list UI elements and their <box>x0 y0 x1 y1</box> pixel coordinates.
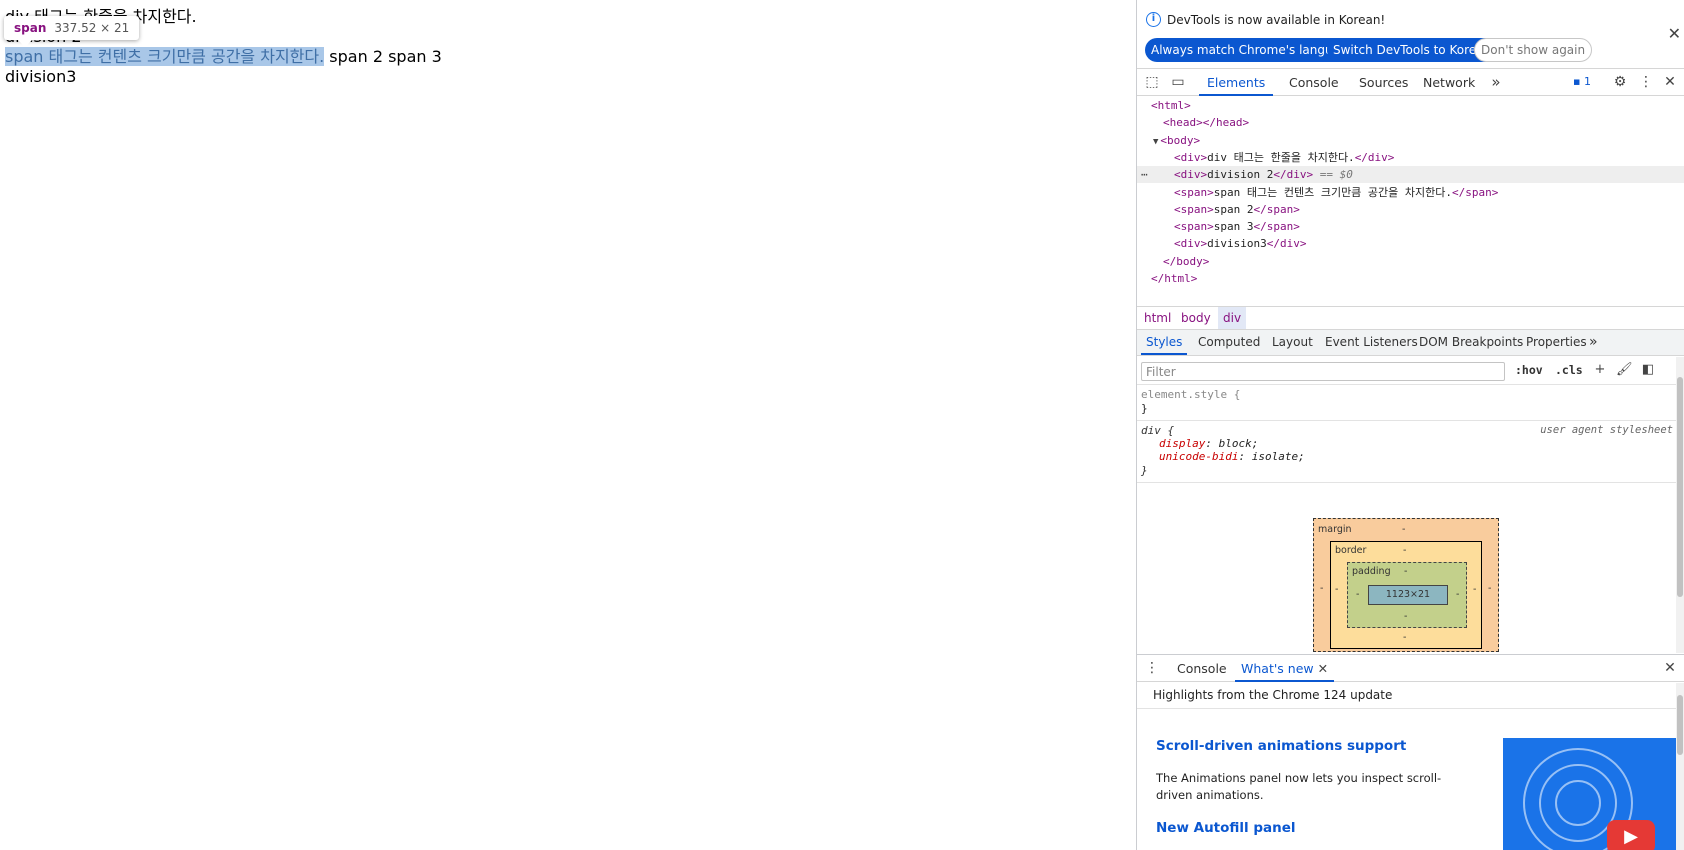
issues-count: 1 <box>1583 75 1591 88</box>
filter-input[interactable] <box>1141 362 1505 381</box>
prop-unicode-bidi[interactable]: unicode-bidi: isolate; <box>1159 450 1305 464</box>
span-2-3: span 2 span 3 <box>324 47 442 66</box>
styles-filter-bar: :hov .cls + 🖌 ◧ <box>1137 357 1684 385</box>
dom-node-div-2-selected[interactable]: ⋯ <div>division 2</div> == $0 <box>1137 166 1684 184</box>
box-model-diagram: margin - - - border - - - - padding - - … <box>1313 518 1499 652</box>
whats-new-subtitle: Highlights from the Chrome 124 update <box>1153 688 1393 702</box>
box-model-padding[interactable]: padding - - - - 1123×21 <box>1347 562 1467 628</box>
drawer-scrollbar-thumb[interactable] <box>1677 695 1683 755</box>
tab-sources[interactable]: Sources <box>1351 69 1416 96</box>
dom-node-head[interactable]: <head></head> <box>1137 114 1684 131</box>
dom-node-html-close[interactable]: </html> <box>1137 270 1684 287</box>
span-line: span 태그는 컨텐츠 크기만큼 공간을 차지한다. span 2 span … <box>5 46 442 67</box>
close-tab-icon[interactable]: ✕ <box>1318 661 1328 676</box>
infobar-message: DevTools is now available in Korean! <box>1167 13 1386 27</box>
issues-badge[interactable]: ▪ 1 <box>1567 73 1597 91</box>
dont-show-again-button[interactable]: Don't show again <box>1474 38 1593 62</box>
tab-dom-breakpoints[interactable]: DOM Breakpoints <box>1414 330 1528 355</box>
dom-node-span-2[interactable]: <span>span 2</span> <box>1137 201 1684 218</box>
close-drawer-icon[interactable]: ✕ <box>1661 659 1679 677</box>
div-rule-selector: div { <box>1141 424 1175 437</box>
breadcrumb-html[interactable]: html <box>1139 307 1176 329</box>
feature-heading-autofill[interactable]: New Autofill panel <box>1156 820 1296 836</box>
div-line-4: division3 <box>5 67 77 86</box>
dom-node-span-3[interactable]: <span>span 3</span> <box>1137 218 1684 235</box>
tooltip-arrow <box>18 40 32 47</box>
prop-display[interactable]: display: block; <box>1159 437 1258 451</box>
tab-styles[interactable]: Styles <box>1141 330 1188 355</box>
page-viewport: div 태그는 한줄을 차지한다. division 2 span 태그는 컨텐… <box>0 0 1136 850</box>
box-model-border[interactable]: border - - - - padding - - - - 1123×21 <box>1330 541 1482 649</box>
tab-console[interactable]: Console <box>1281 69 1347 96</box>
tab-computed[interactable]: Computed <box>1193 330 1265 355</box>
styles-scrollbar[interactable] <box>1676 357 1684 653</box>
feature-heading-scroll-animations[interactable]: Scroll-driven animations support <box>1156 738 1406 754</box>
box-model-margin[interactable]: margin - - - border - - - - padding - - … <box>1313 518 1499 652</box>
add-rule-icon[interactable]: + <box>1592 362 1608 378</box>
feature-description: The Animations panel now lets you inspec… <box>1156 771 1442 802</box>
element-style-close: } <box>1141 402 1148 415</box>
devtools-panel: i DevTools is now available in Korean! ✕… <box>1136 0 1684 850</box>
drawer-menu-icon[interactable]: ⋮ <box>1143 659 1161 677</box>
dom-node-body-close[interactable]: </body> <box>1137 253 1684 270</box>
tab-elements[interactable]: Elements <box>1199 69 1274 96</box>
decorative-ring <box>1555 780 1601 826</box>
inspect-element-icon[interactable]: ⬚ <box>1143 73 1161 91</box>
div-rule-close: } <box>1141 464 1148 477</box>
whats-new-divider <box>1137 708 1677 709</box>
sidebar-tabs: Styles Computed Layout Event Listeners D… <box>1137 330 1684 356</box>
tab-network[interactable]: Network <box>1415 69 1483 96</box>
breadcrumb-div[interactable]: div <box>1218 307 1247 329</box>
dom-node-div-1[interactable]: <div>div 태그는 한줄을 차지한다.</div> <box>1137 149 1684 166</box>
language-infobar: i DevTools is now available in Korean! ✕… <box>1137 0 1684 66</box>
youtube-play-icon[interactable]: ▶ <box>1607 820 1655 850</box>
class-toggle[interactable]: .cls <box>1555 363 1583 377</box>
dom-node-html[interactable]: <html> <box>1137 97 1684 114</box>
device-toolbar-icon[interactable]: ▭ <box>1169 73 1187 91</box>
dom-node-body[interactable]: ▼ <body> <box>1137 132 1684 149</box>
settings-gear-icon[interactable]: ⚙ <box>1611 73 1629 91</box>
element-style-selector[interactable]: element.style { <box>1141 388 1240 402</box>
tab-layout[interactable]: Layout <box>1267 330 1318 355</box>
breadcrumb-body[interactable]: body <box>1176 307 1216 329</box>
tab-event-listeners[interactable]: Event Listeners <box>1320 330 1423 355</box>
paint-brush-icon[interactable]: 🖌 <box>1616 362 1633 378</box>
expand-triangle-icon[interactable]: ▼ <box>1137 137 1158 147</box>
info-icon: i <box>1146 12 1161 27</box>
highlighted-span[interactable]: span 태그는 컨텐츠 크기만큼 공간을 차지한다. <box>5 47 325 66</box>
more-tabs-chevron-icon[interactable]: » <box>1487 73 1505 91</box>
dom-node-div-3[interactable]: <div>division3</div> <box>1137 235 1684 252</box>
breadcrumb: html body div <box>1137 306 1684 330</box>
dom-tree: <html> <head></head> ▼ <body> <div>div 태그… <box>1137 97 1684 305</box>
tooltip-dimensions: 337.52 × 21 <box>54 21 130 35</box>
tab-properties[interactable]: Properties <box>1521 330 1592 355</box>
hover-state-toggle[interactable]: :hov <box>1515 363 1543 377</box>
video-thumbnail[interactable]: ▶ <box>1503 738 1677 850</box>
rule-divider <box>1137 482 1677 483</box>
user-agent-stylesheet-label: user agent stylesheet <box>1540 424 1673 436</box>
box-model-content[interactable]: 1123×21 <box>1368 585 1448 605</box>
rule-divider <box>1137 420 1677 421</box>
drawer-tab-console[interactable]: Console <box>1171 655 1233 682</box>
close-icon[interactable]: ✕ <box>1668 24 1681 43</box>
ellipsis-icon[interactable]: ⋯ <box>1141 166 1148 183</box>
kebab-menu-icon[interactable]: ⋮ <box>1637 73 1655 91</box>
drawer-tab-whats-new[interactable]: What's new ✕ <box>1235 655 1335 682</box>
dom-node-span-1[interactable]: <span>span 태그는 컨텐츠 크기만큼 공간을 차지한다.</span> <box>1137 184 1684 201</box>
more-subtabs-chevron-icon[interactable]: » <box>1589 330 1598 355</box>
inspect-tooltip: span 337.52 × 21 <box>4 16 140 47</box>
drawer-toolbar: ⋮ Console What's new ✕ ✕ <box>1137 654 1684 682</box>
close-devtools-icon[interactable]: ✕ <box>1661 73 1679 91</box>
styles-scrollbar-thumb[interactable] <box>1677 377 1683 597</box>
main-toolbar: ⬚ ▭ Elements Console Sources Network » ▪… <box>1137 68 1684 96</box>
drawer-scrollbar[interactable] <box>1676 683 1684 850</box>
tooltip-tag: span <box>14 21 47 35</box>
switch-to-korean-button[interactable]: Switch DevTools to Korean <box>1327 38 1498 62</box>
toggle-sidebar-icon[interactable]: ◧ <box>1640 362 1656 378</box>
